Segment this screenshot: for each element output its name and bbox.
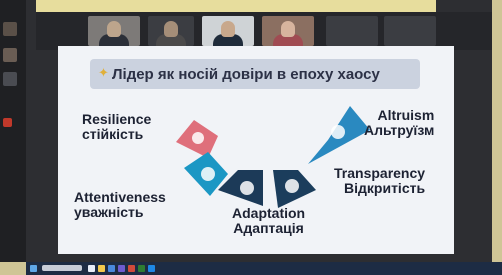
segment-transparency bbox=[273, 170, 316, 208]
keyword-resilience: Resilience стійкість bbox=[82, 112, 151, 142]
participant-tile[interactable] bbox=[326, 16, 378, 46]
keyword-ua: уважність bbox=[74, 204, 144, 220]
file-explorer-icon[interactable] bbox=[98, 265, 105, 272]
task-view-icon[interactable] bbox=[88, 265, 95, 272]
keyword-ua: Альтруїзм bbox=[364, 122, 435, 138]
taskbar-app-icon[interactable] bbox=[138, 265, 145, 272]
participant-tile[interactable] bbox=[262, 16, 314, 46]
keyword-en: Attentiveness bbox=[74, 189, 166, 205]
participant-thumbnail[interactable] bbox=[3, 72, 17, 86]
shared-presentation-slide: ✦ Лідер як носій довіри в епоху хаосу Re… bbox=[58, 46, 454, 254]
segment-resilience bbox=[176, 120, 218, 158]
keyword-attentiveness: Attentiveness уважність bbox=[74, 190, 166, 220]
teams-icon[interactable] bbox=[118, 265, 125, 272]
person-head bbox=[107, 21, 121, 37]
participant-tile[interactable] bbox=[384, 16, 436, 46]
segment-altruism bbox=[308, 106, 370, 164]
keyword-transparency: Transparency Відкритість bbox=[334, 166, 425, 196]
keyword-en: Resilience bbox=[82, 111, 152, 127]
record-indicator-icon bbox=[3, 118, 12, 127]
keyword-adaptation: Adaptation Адаптація bbox=[232, 206, 305, 236]
taskbar-app-icon[interactable] bbox=[148, 265, 155, 272]
taskbar-app-icon[interactable] bbox=[128, 265, 135, 272]
keyword-ua: Відкритість bbox=[344, 180, 426, 196]
keyword-en: Altruism bbox=[377, 107, 435, 123]
keyword-ua: стійкість bbox=[82, 126, 144, 142]
top-overlay-bar bbox=[36, 0, 436, 12]
participant-strip bbox=[36, 12, 492, 50]
person-head bbox=[164, 21, 178, 37]
taskbar-search-input[interactable] bbox=[42, 265, 82, 271]
participant-tile[interactable] bbox=[148, 16, 194, 46]
participant-tile[interactable] bbox=[88, 16, 140, 46]
keyword-en: Adaptation bbox=[232, 205, 306, 221]
start-icon[interactable] bbox=[30, 265, 37, 272]
participant-thumbnail[interactable] bbox=[3, 48, 17, 62]
participant-thumbnail[interactable] bbox=[3, 22, 17, 36]
video-call-screen: ✦ Лідер як носій довіри в епоху хаосу Re… bbox=[0, 0, 492, 262]
participant-tile[interactable] bbox=[202, 16, 254, 46]
monitor-frame: ✦ Лідер як носій довіри в епоху хаосу Re… bbox=[0, 0, 502, 275]
windows-taskbar bbox=[26, 262, 502, 275]
keyword-altruism: Altruism Альтруїзм bbox=[364, 108, 434, 138]
edge-browser-icon[interactable] bbox=[108, 265, 115, 272]
person-head bbox=[281, 21, 295, 37]
participants-sidebar[interactable] bbox=[0, 0, 26, 262]
keyword-ua: Адаптація bbox=[233, 220, 304, 236]
person-head bbox=[221, 21, 235, 37]
keyword-en: Transparency bbox=[334, 165, 426, 181]
